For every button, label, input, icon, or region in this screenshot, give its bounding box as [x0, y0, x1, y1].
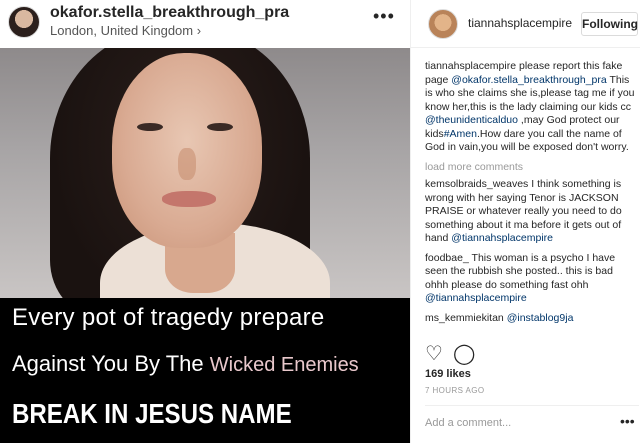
add-comment-input[interactable] [425, 414, 615, 432]
comment-icon[interactable]: ◯ [453, 344, 475, 364]
mention-link[interactable]: @theunidenticalduo [425, 114, 518, 126]
comment: tiannahsplacempire please report this fa… [425, 60, 635, 155]
comment: ms_kemmiekitan @instablog9ja [425, 312, 635, 326]
mention-link[interactable]: @tiannahsplacempire [425, 292, 527, 304]
more-options-icon[interactable]: ••• [373, 6, 395, 27]
heart-icon[interactable]: ♡ [425, 344, 443, 364]
portrait-nose [178, 148, 196, 180]
comment-username[interactable]: kemsolbraids_weaves [425, 178, 528, 190]
portrait-eye-right [207, 123, 233, 131]
mention-link[interactable]: @okafor.stella_breakthrough_pra [451, 74, 606, 86]
portrait-photo [0, 48, 410, 298]
sidebar-username[interactable]: tiannahsplacempire [468, 16, 572, 30]
post-username[interactable]: okafor.stella_breakthrough_pra [50, 4, 289, 22]
post-sidebar: tiannahsplacempire Following tiannahspla… [410, 0, 640, 443]
divider [425, 405, 639, 406]
image-text-line-2-a: Against You By The [12, 351, 210, 376]
mention-link[interactable]: @tiannahsplacempire [451, 232, 553, 244]
chevron-right-icon: › [196, 23, 202, 38]
load-more-comments-link[interactable]: load more comments [425, 161, 635, 175]
comments-list: tiannahsplacempire please report this fa… [425, 60, 635, 331]
comment-username[interactable]: tiannahsplacempire [425, 60, 516, 72]
location-label: London, United Kingdom [50, 23, 194, 38]
avatar[interactable] [8, 6, 40, 38]
likes-count[interactable]: 169 likes [425, 368, 471, 380]
comment-username[interactable]: foodbae_ [425, 252, 469, 264]
portrait-eye-left [137, 123, 163, 131]
image-caption-block: Every pot of tragedy prepare Against You… [0, 298, 410, 443]
more-options-icon[interactable]: ••• [620, 413, 635, 429]
avatar[interactable] [428, 9, 458, 39]
image-text-line-2: Against You By The Wicked Enemies [12, 351, 359, 377]
image-text-line-2-b: Wicked Enemies [209, 354, 359, 376]
post-header: okafor.stella_breakthrough_pra London, U… [0, 0, 410, 48]
post-location[interactable]: London, United Kingdom › [50, 23, 201, 38]
comment-username[interactable]: ms_kemmiekitan [425, 312, 504, 324]
image-text-line-3: BREAK IN JESUS NAME [12, 398, 292, 429]
post-image[interactable]: Every pot of tragedy prepare Against You… [0, 48, 410, 443]
comment: foodbae_ This woman is a psycho I have s… [425, 252, 635, 306]
image-text-line-1: Every pot of tragedy prepare [12, 304, 325, 331]
post-actions: ♡ ◯ [425, 344, 485, 364]
following-button[interactable]: Following [581, 12, 638, 36]
mention-link[interactable]: #Amen [444, 128, 477, 140]
post-timestamp: 7 HOURS AGO [425, 386, 485, 395]
portrait-lips [162, 191, 216, 207]
portrait-face [112, 53, 262, 248]
comment: kemsolbraids_weaves I think something is… [425, 178, 635, 246]
sidebar-header: tiannahsplacempire Following [411, 0, 640, 48]
mention-link[interactable]: @instablog9ja [507, 312, 574, 324]
